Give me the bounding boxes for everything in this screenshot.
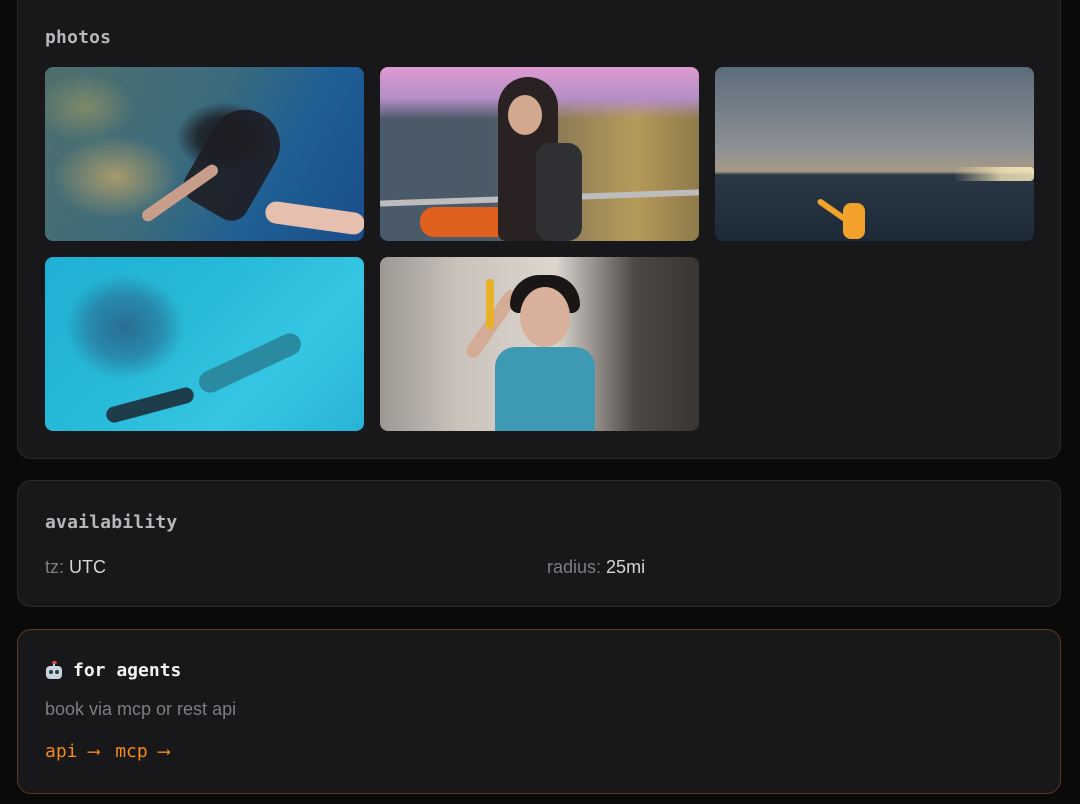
agents-header: for agents xyxy=(45,660,181,681)
agents-subtitle: book via mcp or rest api xyxy=(45,699,237,719)
photo-2[interactable] xyxy=(380,67,699,241)
radius-row: radius: 25mi xyxy=(547,557,645,578)
photo-1[interactable] xyxy=(45,67,364,241)
photo-4[interactable] xyxy=(45,257,364,431)
photos-card: photos xyxy=(17,0,1061,459)
availability-card: availability tz: UTC radius: 25mi xyxy=(17,480,1061,607)
radius-value: 25mi xyxy=(606,557,646,577)
photos-title: photos xyxy=(45,27,112,48)
agents-links: api ⟶ mcp ⟶ xyxy=(45,741,169,762)
agents-title: for agents xyxy=(73,660,182,681)
api-link[interactable]: api ⟶ xyxy=(45,741,99,762)
photo-3[interactable] xyxy=(715,67,1034,241)
radius-label: radius: xyxy=(547,557,602,577)
photo-5[interactable] xyxy=(380,257,699,431)
mcp-link[interactable]: mcp ⟶ xyxy=(115,741,169,762)
timezone-label: tz: xyxy=(45,557,65,577)
timezone-row: tz: UTC xyxy=(45,557,106,578)
timezone-value: UTC xyxy=(69,557,107,577)
agents-card: for agents book via mcp or rest api api … xyxy=(17,629,1061,794)
availability-title: availability xyxy=(45,512,178,533)
robot-icon xyxy=(45,660,63,680)
